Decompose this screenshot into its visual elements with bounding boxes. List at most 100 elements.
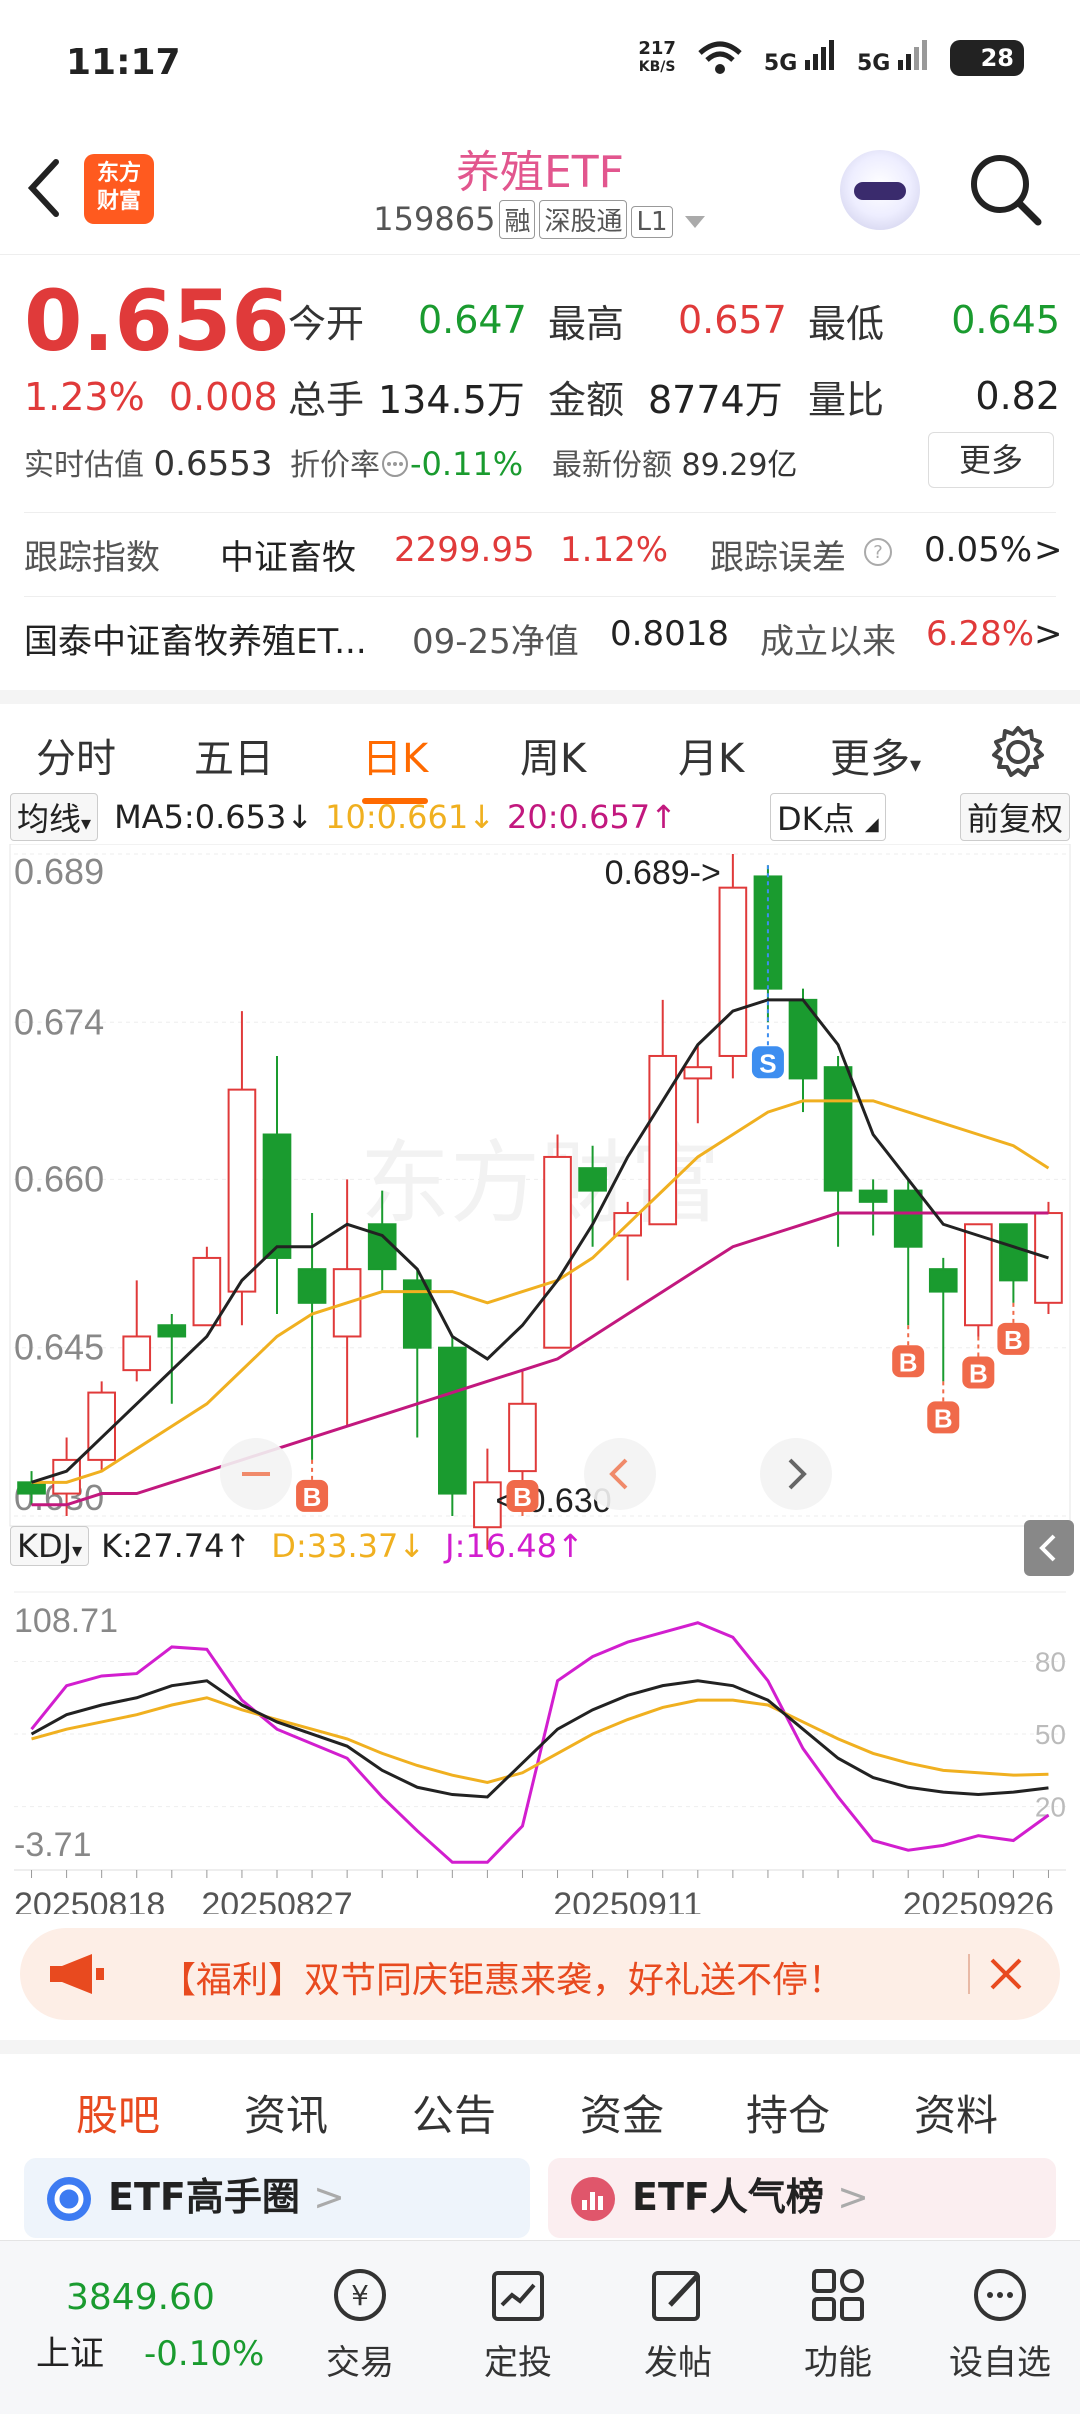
robot-avatar[interactable] xyxy=(840,150,920,230)
dk-point-button[interactable]: DK点 ◢ xyxy=(770,793,886,841)
tab-daily-k[interactable]: 日K xyxy=(362,726,429,804)
ma20-value: 20:0.657↑ xyxy=(507,798,677,836)
signal-label: B xyxy=(303,1482,322,1512)
price-change: 1.23% 0.008 xyxy=(24,375,278,419)
tab-holdings[interactable]: 持仓 xyxy=(746,2082,830,2143)
price-tick: 0.689 xyxy=(14,851,104,892)
max-label: 0.689-> xyxy=(605,854,721,892)
signal-label: B xyxy=(899,1347,918,1377)
price-tick: 0.660 xyxy=(14,1158,104,1199)
trade-icon: ¥ xyxy=(334,2269,386,2321)
signal-label: S xyxy=(759,1048,776,1078)
quote-grid: 今开 0.647 最高 0.657 最低 0.645 总手 134.5万 金额 … xyxy=(288,282,1060,434)
chart-svg: 0.6890.6740.6600.6450.630东方财富0.689-><-0.… xyxy=(9,843,1074,1924)
more-dots-icon xyxy=(974,2269,1026,2321)
amount-value: 8774万 xyxy=(648,377,783,422)
gear-icon[interactable] xyxy=(990,724,1046,780)
candle-body xyxy=(683,1066,713,1080)
candle-body xyxy=(928,1268,958,1293)
kdj-min-tick: -3.71 xyxy=(14,1826,92,1864)
wifi-icon xyxy=(698,41,742,74)
tab-announcements[interactable]: 公告 xyxy=(412,2082,496,2143)
tab-funds[interactable]: 资金 xyxy=(580,2082,664,2143)
dropdown-triangle-icon xyxy=(684,216,705,228)
signal-label: B xyxy=(1004,1325,1023,1355)
adjust-button[interactable]: 前复权 xyxy=(959,793,1070,841)
ma-select[interactable]: 均线▾ xyxy=(10,793,99,841)
info-tabs: 股吧 资讯 公告 资金 持仓 资料 xyxy=(0,2040,1080,2165)
tab-intraday[interactable]: 分时 xyxy=(36,726,116,784)
signal-label: B xyxy=(934,1403,953,1433)
tag-margin: 融 xyxy=(499,200,536,239)
more-button[interactable]: 更多 xyxy=(928,432,1054,488)
tag-level: L1 xyxy=(631,206,673,238)
high-label: 最高 xyxy=(548,301,625,346)
index-ticker[interactable]: 3849.60 上证 -0.10% xyxy=(36,2277,296,2375)
tab-news[interactable]: 资讯 xyxy=(244,2082,328,2143)
kdj-grid-tick: 50 xyxy=(1035,1719,1066,1750)
candle-body xyxy=(227,1088,257,1293)
candle-body xyxy=(893,1189,923,1248)
kdj-d-line xyxy=(31,1696,1049,1784)
fund-info-row[interactable]: 国泰中证畜牧养殖ET... 09-25净值 0.8018 成立以来 6.28% … xyxy=(24,614,1064,663)
kdj-j-line xyxy=(30,1621,1050,1864)
promo-notice[interactable]: 【福利】双节同庆钜惠来袭，好礼送不停！ xyxy=(20,1928,1060,2020)
header: 东方 财富 养殖ETF 159865 融深股通 L1 xyxy=(0,120,1080,255)
etf-expert-card[interactable]: ETF高手圈 > xyxy=(24,2158,530,2238)
candle-body xyxy=(823,1066,853,1192)
info-dots-icon xyxy=(382,451,408,477)
candle-body xyxy=(122,1335,152,1372)
index-pct: -0.10% xyxy=(144,2334,265,2374)
tracking-index-row[interactable]: 跟踪指数 中证畜牧 2299.95 1.12% 跟踪误差 ? 0.05% > xyxy=(24,530,1063,579)
etf-popular-card[interactable]: ETF人气榜 > xyxy=(548,2158,1056,2238)
date-tick: 20250926 xyxy=(903,1886,1054,1914)
nav-watchlist[interactable]: 设自选 xyxy=(920,2265,1080,2384)
close-icon[interactable] xyxy=(988,1956,1024,1992)
low-label: 最低 xyxy=(808,301,885,346)
candle-body xyxy=(543,1155,572,1349)
chart-badge-icon xyxy=(571,2177,615,2221)
candle-body xyxy=(858,1189,888,1203)
signal-icon xyxy=(804,40,834,70)
tab-weekly-k[interactable]: 周K xyxy=(520,726,586,784)
candle-body xyxy=(297,1268,327,1304)
signal-icon xyxy=(898,40,927,70)
tab-more[interactable]: 更多▾ xyxy=(830,726,921,784)
signal-5g-2: 5G xyxy=(857,40,928,76)
shares: 最新份额 89.29亿 xyxy=(552,448,798,483)
nav-functions[interactable]: 功能 xyxy=(758,2265,918,2384)
candle-body xyxy=(52,1458,81,1495)
kdj-d: D:33.37↓ xyxy=(271,1527,426,1565)
low-value: 0.645 xyxy=(951,298,1060,342)
search-icon[interactable] xyxy=(968,152,1044,228)
grid-icon xyxy=(812,2269,864,2321)
nav-post[interactable]: 发帖 xyxy=(598,2265,758,2384)
ma10-value: 10:0.661↓ xyxy=(325,798,496,836)
high-value: 0.657 xyxy=(678,298,787,342)
chart-nav-left-icon xyxy=(584,1438,656,1510)
open-label: 今开 xyxy=(288,301,365,346)
kdj-select[interactable]: KDJ▾ xyxy=(10,1526,90,1566)
kdj-max-tick: 108.71 xyxy=(14,1602,118,1640)
chart-nav-right-icon xyxy=(760,1438,832,1510)
tab-forum[interactable]: 股吧 xyxy=(76,2082,161,2165)
kdj-grid-tick: 80 xyxy=(1035,1646,1066,1677)
feature-cards: ETF高手圈 > ETF人气榜 > xyxy=(24,2158,1056,2238)
volume-value: 134.5万 xyxy=(378,377,525,422)
kdj-k-line xyxy=(30,1679,1049,1799)
tab-monthly-k[interactable]: 月K xyxy=(678,726,744,784)
battery-icon: 28 xyxy=(950,40,1024,76)
svg-text:¥: ¥ xyxy=(351,2279,369,2312)
signal-label: B xyxy=(513,1482,532,1512)
candle-body xyxy=(87,1391,116,1461)
kline-chart[interactable]: 0.689 0.674 0.660 0.645 0.630 东方财富 0.689-> <-0.… xyxy=(0,843,1080,1924)
notice-text: 【福利】双节同庆钜惠来袭，好礼送不停！ xyxy=(160,1960,845,2001)
nav-invest[interactable]: 定投 xyxy=(438,2265,598,2384)
nav-trade[interactable]: ¥ 交易 xyxy=(280,2265,440,2384)
bottom-nav: 3849.60 上证 -0.10% ¥ 交易 定投 发帖 功能 设自选 xyxy=(0,2240,1080,2414)
code-line[interactable]: 159865 融深股通 L1 xyxy=(0,200,1080,239)
volume-label: 总手 xyxy=(288,377,365,422)
candle-body xyxy=(192,1256,222,1327)
tab-profile[interactable]: 资料 xyxy=(914,2082,998,2143)
tab-five-day[interactable]: 五日 xyxy=(194,726,274,784)
